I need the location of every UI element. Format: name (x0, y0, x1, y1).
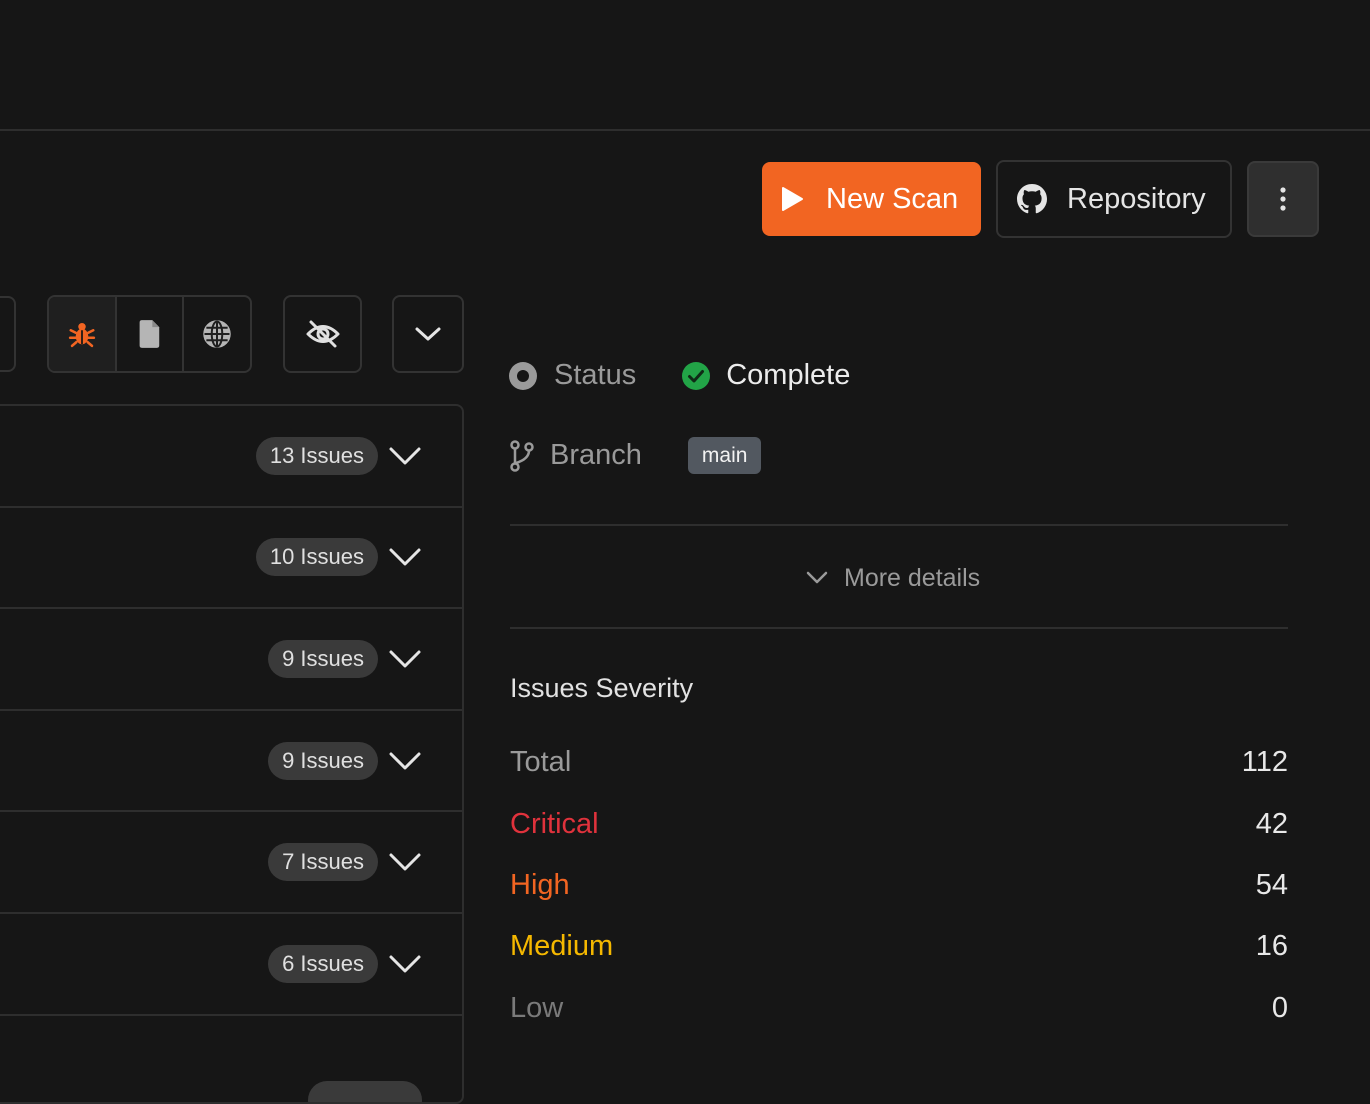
issue-group-row[interactable]: 9 Issues (0, 711, 462, 813)
issue-group-row[interactable] (0, 1016, 462, 1102)
more-details-label: More details (844, 563, 981, 592)
new-scan-button[interactable]: New Scan (762, 162, 981, 236)
issue-count-badge: 7 Issues (268, 843, 378, 882)
eye-off-icon (305, 319, 341, 349)
collapse-all-button[interactable] (392, 295, 464, 373)
severity-label: Total (510, 745, 572, 778)
issue-count-badge: 13 Issues (255, 436, 378, 475)
more-vertical-icon (1279, 186, 1287, 212)
status-value: Complete (726, 359, 851, 391)
issue-count-badge: 10 Issues (255, 538, 378, 577)
repository-label: Repository (1067, 182, 1206, 215)
status-icon (508, 361, 538, 391)
chevron-down-icon[interactable] (388, 649, 422, 669)
new-scan-label: New Scan (826, 182, 959, 215)
issue-group-row[interactable]: 7 Issues (0, 812, 462, 914)
severity-row-medium: Medium 16 (510, 926, 1288, 966)
severity-count: 16 (1255, 929, 1288, 962)
severity-row-critical: Critical 42 (510, 804, 1288, 844)
globe-icon (202, 319, 232, 349)
branch-label: Branch (550, 439, 642, 471)
chevron-down-icon[interactable] (388, 852, 422, 872)
git-branch-icon (508, 439, 536, 473)
chevron-down-icon[interactable] (388, 547, 422, 567)
issue-group-list: 13 Issues 10 Issues 9 Issues 9 Issues 7 … (0, 404, 464, 1104)
severity-label: Critical (510, 807, 599, 840)
chevron-down-icon (414, 326, 442, 342)
severity-row-total: Total 112 (510, 742, 1288, 782)
search-field-edge[interactable] (0, 296, 16, 372)
check-circle-icon (681, 361, 711, 391)
status-row: Status Complete (508, 359, 850, 392)
issue-count-badge: 9 Issues (268, 639, 378, 678)
issue-count-badge (308, 1081, 422, 1102)
more-options-button[interactable] (1247, 161, 1319, 237)
severity-label: Low (510, 991, 564, 1024)
issue-type-filter (47, 295, 252, 373)
status-label: Status (554, 359, 637, 391)
severity-row-low: Low 0 (510, 988, 1288, 1028)
top-bar (0, 0, 1370, 131)
issue-group-row[interactable]: 6 Issues (0, 914, 462, 1016)
more-details-toggle[interactable]: More details (806, 560, 980, 596)
chevron-down-icon[interactable] (388, 751, 422, 771)
filter-bug-button[interactable] (49, 297, 115, 371)
severity-label: High (510, 868, 570, 901)
repository-button[interactable]: Repository (996, 160, 1232, 238)
filter-file-button[interactable] (114, 297, 183, 371)
chevron-down-icon[interactable] (388, 954, 422, 974)
branch-badge: main (687, 437, 762, 474)
bug-icon (67, 319, 97, 349)
severity-count: 42 (1255, 807, 1288, 840)
branch-row: Branch main (508, 437, 762, 474)
issue-count-badge: 9 Issues (268, 741, 378, 780)
severity-count: 0 (1271, 991, 1288, 1024)
issue-group-row[interactable]: 13 Issues (0, 406, 462, 508)
severity-count: 112 (1241, 745, 1288, 778)
play-icon (780, 186, 804, 212)
severity-row-high: High 54 (510, 865, 1288, 905)
chevron-down-icon (806, 571, 828, 585)
divider (510, 524, 1288, 526)
github-icon (1017, 184, 1047, 214)
severity-title: Issues Severity (510, 673, 694, 703)
file-icon (138, 319, 162, 349)
issue-group-row[interactable]: 9 Issues (0, 609, 462, 711)
issue-count-badge: 6 Issues (268, 944, 378, 983)
divider (510, 627, 1288, 629)
severity-label: Medium (510, 929, 614, 962)
severity-count: 54 (1255, 868, 1288, 901)
toggle-hidden-button[interactable] (283, 295, 362, 373)
chevron-down-icon[interactable] (388, 446, 422, 466)
filter-web-button[interactable] (182, 297, 250, 371)
issue-group-row[interactable]: 10 Issues (0, 508, 462, 610)
